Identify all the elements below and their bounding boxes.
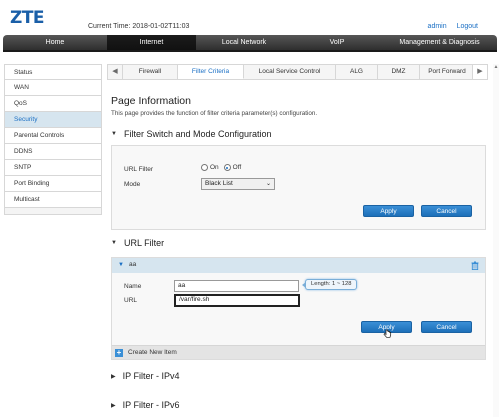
name-label: Name: [124, 283, 142, 290]
url-filter-on-radio[interactable]: [201, 164, 208, 171]
caret-right-icon: ▶: [111, 402, 116, 409]
mouse-cursor-icon: [383, 329, 392, 340]
url-filter-item-name: aa: [129, 261, 137, 268]
tab-port-forward[interactable]: Port Forward: [420, 65, 474, 79]
url-filter-on-label: On: [210, 164, 219, 171]
mode-select-value: Black List: [205, 180, 233, 187]
tab-dmz[interactable]: DMZ: [378, 65, 420, 79]
sidebar: Status WAN QoS Security Parental Control…: [4, 64, 102, 215]
scroll-up-icon[interactable]: ▲: [493, 64, 499, 70]
caret-down-icon: ▼: [111, 240, 117, 246]
length-tooltip: Length: 1 ~ 128: [301, 279, 358, 290]
sidebar-item-multicast[interactable]: Multicast: [4, 192, 102, 208]
nav-internet[interactable]: Internet: [107, 35, 196, 50]
url-filter-off-label: Off: [232, 164, 242, 171]
nav-local-network[interactable]: Local Network: [196, 35, 292, 50]
mode-label: Mode: [124, 181, 141, 188]
sidebar-item-ddns[interactable]: DDNS: [4, 144, 102, 160]
nav-underline: [3, 50, 497, 52]
ip-filter-ipv4-section-header[interactable]: ▶ IP Filter - IPv4: [111, 371, 179, 381]
name-input[interactable]: aa: [174, 280, 299, 292]
trash-icon[interactable]: [471, 261, 479, 272]
nav-management-diagnosis[interactable]: Management & Diagnosis: [382, 35, 497, 50]
ip-filter-ipv4-title: IP Filter - IPv4: [122, 371, 180, 381]
url-filter-panel: ▼ aa Name aa Length: 1 ~ 128 URL /var/fi…: [111, 257, 486, 360]
caret-down-icon: ▼: [111, 131, 117, 137]
create-new-item-bar[interactable]: + Create New Item: [112, 345, 485, 359]
page-description: This page provides the function of filte…: [111, 110, 318, 117]
chevron-down-icon: ⌄: [265, 181, 271, 187]
filter-switch-section-header[interactable]: ▼ Filter Switch and Mode Configuration: [111, 129, 272, 139]
admin-link[interactable]: admin: [428, 23, 447, 30]
logout-link[interactable]: Logout: [457, 23, 478, 30]
url-filter-item-header[interactable]: ▼ aa: [112, 258, 485, 273]
caret-down-icon: ▼: [118, 262, 124, 268]
sidebar-item-port-binding[interactable]: Port Binding: [4, 176, 102, 192]
nav-voip[interactable]: VoIP: [292, 35, 382, 50]
filter-switch-cancel-button[interactable]: Cancel: [421, 205, 472, 217]
sidebar-item-status[interactable]: Status: [4, 64, 102, 80]
sidebar-item-parental-controls[interactable]: Parental Controls: [4, 128, 102, 144]
tab-alg[interactable]: ALG: [336, 65, 378, 79]
tab-firewall[interactable]: Firewall: [123, 65, 178, 79]
url-filter-section-title: URL Filter: [123, 238, 165, 248]
tab-scroll-right-icon[interactable]: ▶: [472, 65, 487, 79]
filter-switch-panel: URL Filter On Off Mode Black List ⌄ Appl…: [111, 145, 486, 230]
top-navigation: Home Internet Local Network VoIP Managem…: [3, 35, 497, 50]
sidebar-item-qos[interactable]: QoS: [4, 96, 102, 112]
tab-scroll-left-icon[interactable]: ◀: [108, 65, 123, 79]
filter-switch-apply-button[interactable]: Apply: [363, 205, 414, 217]
url-filter-radio-group: On Off: [201, 164, 241, 171]
sidebar-footer: [4, 208, 102, 215]
url-filter-cancel-button[interactable]: Cancel: [421, 321, 472, 333]
ip-filter-ipv6-section-header[interactable]: ▶ IP Filter - IPv6: [111, 400, 179, 410]
nav-home[interactable]: Home: [3, 35, 107, 50]
create-new-item-label: Create New Item: [128, 349, 177, 356]
filter-switch-section-title: Filter Switch and Mode Configuration: [123, 129, 272, 139]
plus-icon: +: [115, 348, 123, 357]
page-scrollbar[interactable]: ▲: [493, 64, 499, 417]
ip-filter-ipv6-title: IP Filter - IPv6: [122, 400, 180, 410]
url-filter-label: URL Filter: [124, 166, 154, 173]
current-time: Current Time: 2018-01-02T11:03: [88, 23, 190, 30]
sidebar-item-sntp[interactable]: SNTP: [4, 160, 102, 176]
zte-logo: ZTE: [10, 8, 45, 28]
url-label: URL: [124, 297, 138, 304]
sidebar-item-wan[interactable]: WAN: [4, 80, 102, 96]
url-filter-section-header[interactable]: ▼ URL Filter: [111, 238, 164, 248]
url-filter-off-radio[interactable]: [223, 164, 231, 171]
url-input[interactable]: /var/fire.sh: [174, 294, 300, 307]
mode-select[interactable]: Black List ⌄: [201, 178, 275, 190]
header-links: admin Logout: [420, 23, 478, 30]
page-title: Page Information: [111, 95, 191, 107]
tab-filter-criteria[interactable]: Filter Criteria: [178, 65, 244, 79]
tab-bar: ◀ Firewall Filter Criteria Local Service…: [107, 64, 488, 80]
caret-right-icon: ▶: [111, 373, 116, 380]
sidebar-item-security[interactable]: Security: [4, 112, 102, 128]
tab-local-service-control[interactable]: Local Service Control: [244, 65, 336, 79]
